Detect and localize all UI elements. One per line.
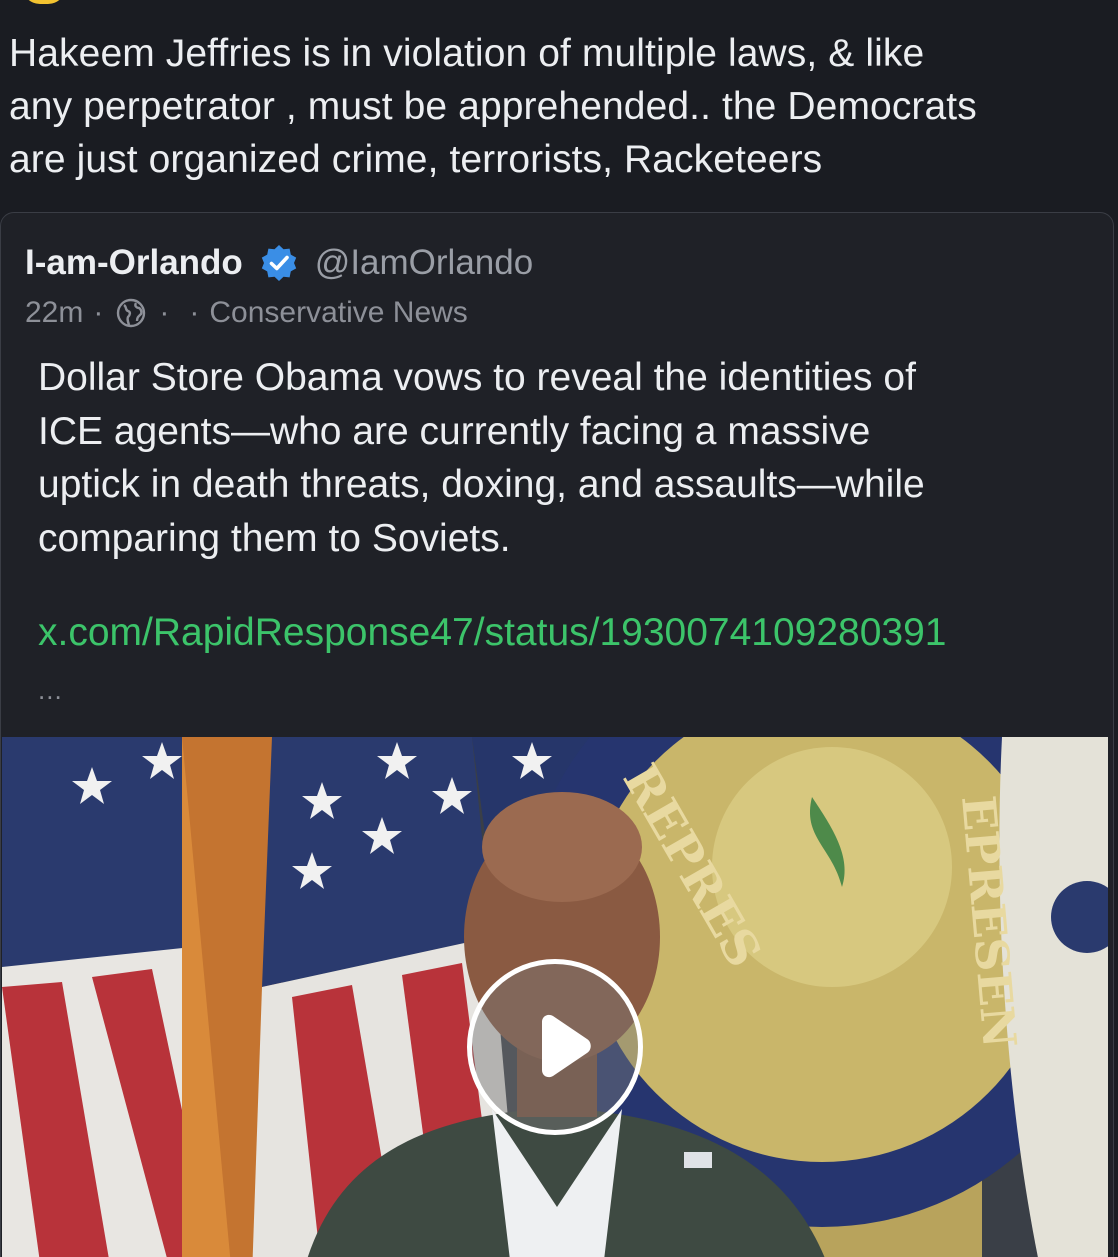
quoted-post-text: Dollar Store Obama vows to reveal the id…	[38, 351, 1098, 565]
separator-dot: ·	[93, 296, 104, 329]
separator-dot: ·	[189, 296, 200, 329]
author-name[interactable]: I-am-Orlando	[25, 243, 243, 283]
quoted-text-line: ICE agents—who are currently facing a ma…	[38, 409, 871, 453]
post-text: Hakeem Jeffries is in violation of multi…	[9, 27, 1109, 186]
quoted-text-line: uptick in death threats, doxing, and ass…	[38, 463, 925, 506]
play-button[interactable]	[467, 959, 643, 1135]
screen: Hakeem Jeffries is in violation of multi…	[0, 0, 1118, 1257]
post-text-line: Hakeem Jeffries is in violation of multi…	[9, 32, 925, 75]
truncation-ellipsis: ...	[38, 675, 63, 705]
separator-dot: ·	[159, 296, 170, 329]
verified-badge-icon	[261, 245, 296, 281]
author-handle[interactable]: @IamOrlando	[315, 243, 533, 283]
quoted-post-card[interactable]: I-am-Orlando @IamOrlando 22m · · · Conse…	[0, 212, 1114, 1257]
post-text-line: any perpetrator , must be apprehended.. …	[9, 85, 977, 128]
quoted-text-line: Dollar Store Obama vows to reveal the id…	[38, 356, 916, 399]
quoted-post-header: I-am-Orlando @IamOrlando	[25, 241, 533, 285]
quoted-text-line: comparing them to Soviets.	[38, 516, 511, 560]
globe-icon	[117, 298, 146, 328]
community-name[interactable]: Conservative News	[209, 296, 467, 330]
post-time[interactable]: 22m	[25, 296, 83, 330]
post-meta: 22m · · · Conservative News	[25, 293, 468, 333]
post-text-line: are just organized crime, terrorists, Ra…	[9, 138, 823, 181]
avatar[interactable]	[22, 0, 66, 4]
video-thumbnail[interactable]: REPRES EPRESEN	[2, 737, 1108, 1257]
play-icon	[542, 1014, 591, 1078]
status-link[interactable]: x.com/RapidResponse47/status/19300741092…	[38, 611, 947, 655]
